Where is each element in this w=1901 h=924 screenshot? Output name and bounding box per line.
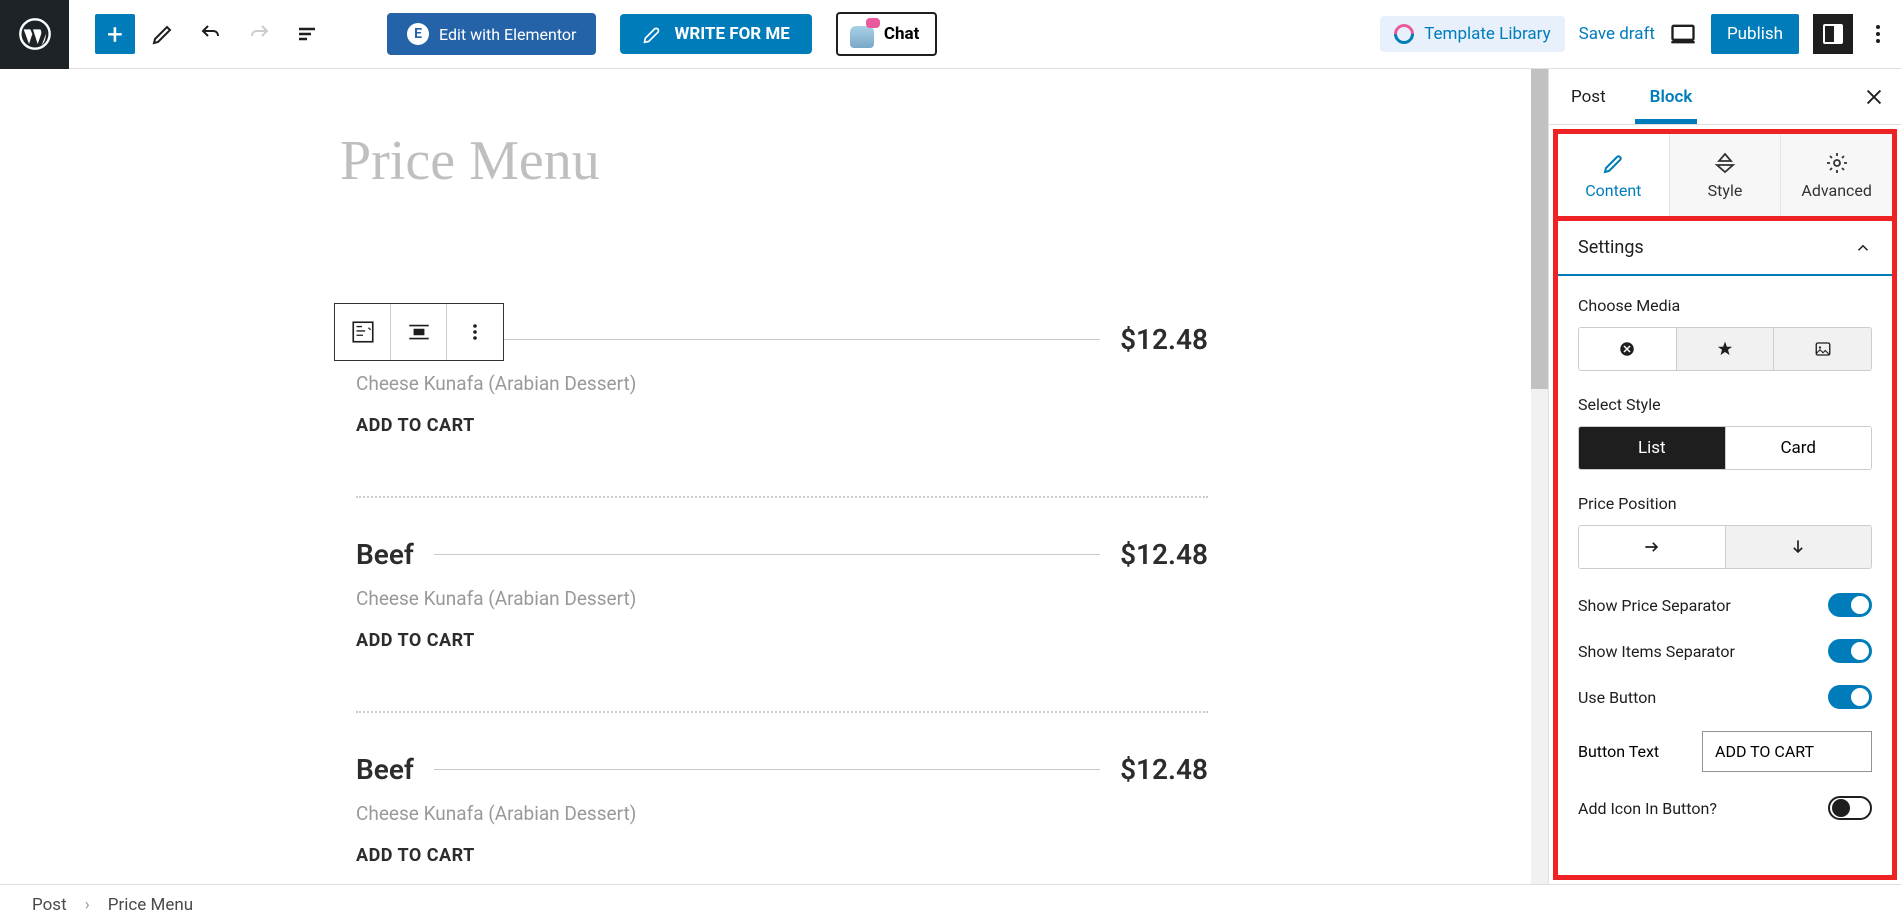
menu-item-title: Beef — [356, 753, 414, 786]
star-icon — [1716, 340, 1734, 358]
menu-item-description: Cheese Kunafa (Arabian Dessert) — [356, 372, 1208, 395]
style-icon — [1713, 151, 1737, 175]
arrow-down-icon — [1788, 537, 1808, 557]
media-image-option[interactable] — [1774, 328, 1871, 370]
menu-item-description: Cheese Kunafa (Arabian Dessert) — [356, 802, 1208, 825]
menu-item-title: Beef — [356, 538, 414, 571]
block-more-icon[interactable] — [447, 304, 503, 360]
publish-button[interactable]: Publish — [1711, 14, 1799, 54]
add-to-cart-button[interactable]: ADD TO CART — [356, 415, 1208, 436]
chevron-right-icon: › — [85, 895, 90, 915]
breadcrumb: Post › Price Menu — [0, 884, 1901, 924]
add-icon-label: Add Icon In Button? — [1578, 799, 1717, 818]
select-style-group: List Card — [1578, 426, 1872, 470]
scrollbar[interactable] — [1531, 69, 1548, 884]
chat-label: Chat — [884, 24, 920, 44]
style-card-option[interactable]: Card — [1726, 427, 1872, 469]
add-block-button[interactable]: + — [95, 14, 135, 54]
price-separator — [434, 769, 1100, 770]
items-separator — [356, 496, 1208, 498]
add-icon-toggle[interactable] — [1828, 796, 1872, 820]
show-items-sep-label: Show Items Separator — [1578, 642, 1735, 661]
price-separator — [434, 339, 1100, 340]
media-icon-option[interactable] — [1677, 328, 1775, 370]
menu-item-price: $12.48 — [1120, 753, 1208, 786]
price-position-bottom[interactable] — [1726, 526, 1872, 568]
price-menu-item[interactable]: Beef $12.48 Cheese Kunafa (Arabian Desse… — [356, 753, 1208, 866]
menu-item-description: Cheese Kunafa (Arabian Dessert) — [356, 587, 1208, 610]
use-button-toggle[interactable] — [1828, 685, 1872, 709]
cancel-icon — [1618, 340, 1636, 358]
choose-media-group — [1578, 327, 1872, 371]
robot-icon — [848, 20, 876, 48]
show-price-sep-label: Show Price Separator — [1578, 596, 1731, 615]
show-items-sep-toggle[interactable] — [1828, 639, 1872, 663]
select-style-label: Select Style — [1578, 395, 1872, 414]
menu-item-price: $12.48 — [1120, 538, 1208, 571]
top-toolbar: + E Edit with Elementor WRITE FOR ME Cha… — [0, 0, 1901, 69]
media-none-option[interactable] — [1579, 328, 1677, 370]
price-position-label: Price Position — [1578, 494, 1872, 513]
block-toolbar — [334, 303, 504, 361]
panel-tab-advanced[interactable]: Advanced — [1781, 134, 1892, 216]
block-type-icon[interactable] — [335, 304, 391, 360]
more-options-icon[interactable] — [1867, 14, 1889, 54]
arrow-right-icon — [1642, 537, 1662, 557]
menu-item-price: $12.48 — [1120, 323, 1208, 356]
tab-post[interactable]: Post — [1549, 69, 1628, 124]
settings-toggle-button[interactable] — [1813, 14, 1853, 54]
editor-canvas[interactable]: Price Menu Beef $12.48 — [0, 69, 1548, 884]
device-preview-icon[interactable] — [1669, 20, 1697, 48]
template-lib-label: Template Library — [1424, 24, 1550, 44]
settings-sidebar: Post Block Content Style Advanced — [1548, 69, 1901, 884]
page-title: Price Menu — [340, 129, 1548, 193]
edit-elementor-button[interactable]: E Edit with Elementor — [387, 13, 596, 55]
show-price-sep-toggle[interactable] — [1828, 593, 1872, 617]
save-draft-button[interactable]: Save draft — [1579, 24, 1655, 44]
choose-media-label: Choose Media — [1578, 296, 1872, 315]
button-text-label: Button Text — [1578, 742, 1659, 761]
block-align-icon[interactable] — [391, 304, 447, 360]
elementor-icon: E — [407, 23, 429, 45]
add-to-cart-button[interactable]: ADD TO CART — [356, 630, 1208, 651]
template-lib-icon — [1390, 20, 1418, 48]
pencil-icon — [642, 24, 662, 44]
redo-icon[interactable] — [239, 14, 279, 54]
breadcrumb-current[interactable]: Price Menu — [108, 895, 193, 915]
breadcrumb-root[interactable]: Post — [32, 895, 67, 915]
price-position-group — [1578, 525, 1872, 569]
elementor-label: Edit with Elementor — [439, 25, 576, 44]
image-icon — [1814, 340, 1832, 358]
content-icon — [1601, 151, 1625, 175]
add-to-cart-button[interactable]: ADD TO CART — [356, 845, 1208, 866]
edit-tool-icon[interactable] — [143, 14, 183, 54]
list-view-icon[interactable] — [287, 14, 327, 54]
chat-button[interactable]: Chat — [836, 12, 938, 56]
price-separator — [434, 554, 1100, 555]
style-list-option[interactable]: List — [1579, 427, 1726, 469]
settings-section-header[interactable]: Settings — [1558, 221, 1892, 276]
undo-icon[interactable] — [191, 14, 231, 54]
chevron-up-icon — [1854, 239, 1872, 257]
panel-tab-style[interactable]: Style — [1670, 134, 1782, 216]
price-menu-item[interactable]: Beef $12.48 Cheese Kunafa (Arabian Desse… — [356, 538, 1208, 651]
wordpress-logo[interactable] — [0, 0, 69, 69]
price-position-right[interactable] — [1579, 526, 1726, 568]
tab-block[interactable]: Block — [1628, 69, 1715, 124]
close-sidebar-icon[interactable] — [1863, 86, 1885, 108]
template-library-button[interactable]: Template Library — [1380, 16, 1564, 52]
advanced-icon — [1825, 151, 1849, 175]
items-separator — [356, 711, 1208, 713]
write-for-me-button[interactable]: WRITE FOR ME — [620, 14, 811, 54]
panel-tab-content[interactable]: Content — [1558, 134, 1670, 216]
use-button-label: Use Button — [1578, 688, 1656, 707]
button-text-input[interactable] — [1702, 731, 1872, 772]
write-label: WRITE FOR ME — [674, 24, 789, 44]
